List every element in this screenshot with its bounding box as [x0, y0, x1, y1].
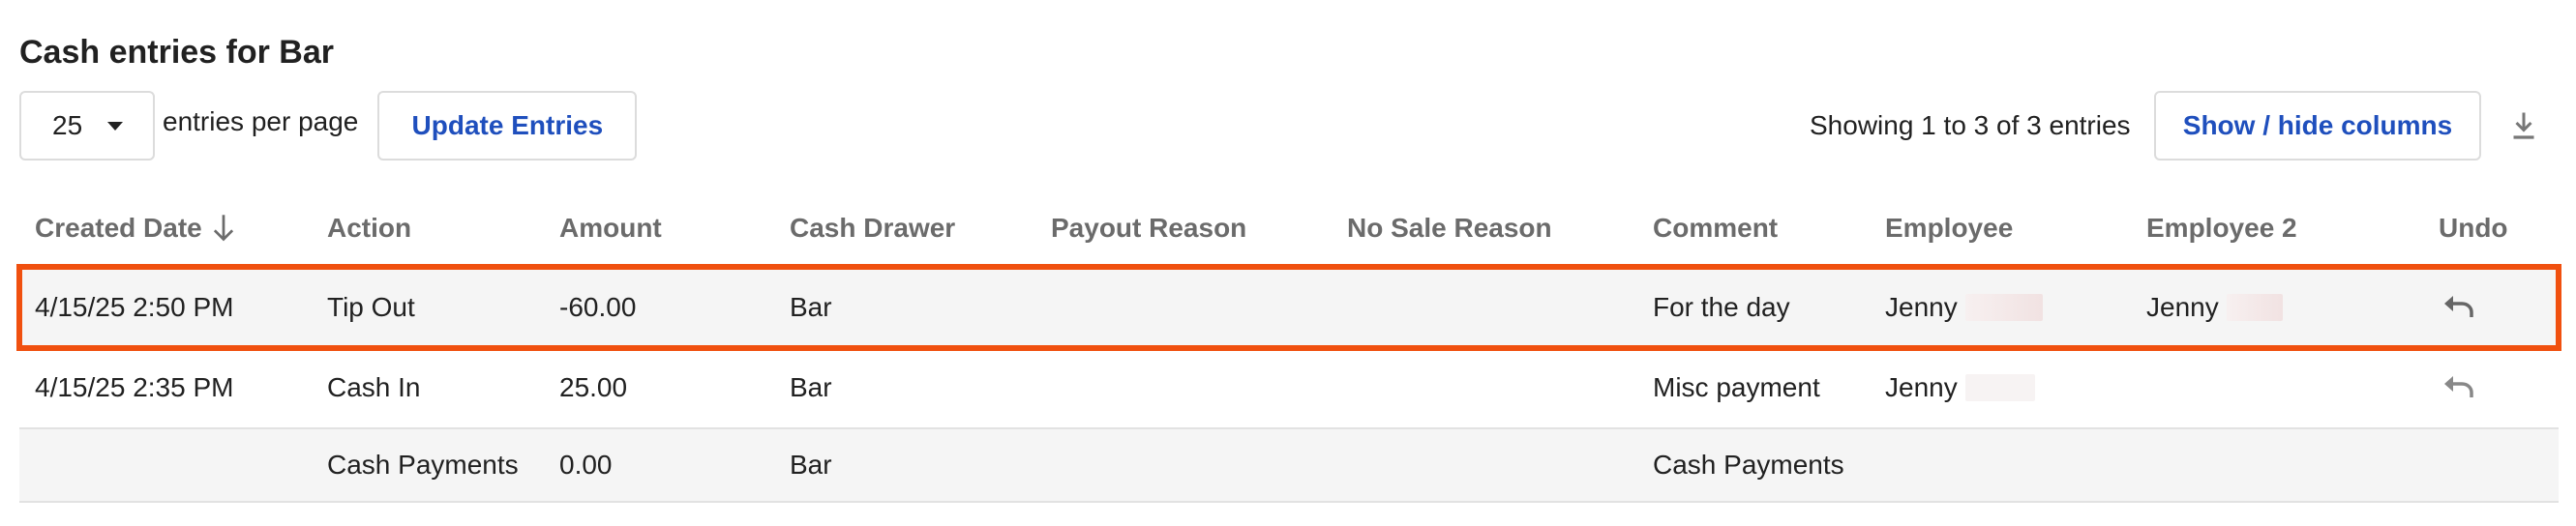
- cell-amount: 0.00: [559, 450, 613, 480]
- header-comment[interactable]: Comment: [1653, 211, 1778, 246]
- undo-icon[interactable]: [2439, 292, 2477, 323]
- employee-2-name: Jenny: [2146, 292, 2219, 322]
- sort-arrow-down-icon: [213, 215, 233, 242]
- cell-comment: Misc payment: [1653, 372, 1820, 402]
- toolbar-left: 25 entries per page Update Entries: [19, 91, 638, 161]
- cell-employee: Jenny: [1885, 348, 2035, 427]
- header-amount[interactable]: Amount: [559, 211, 662, 246]
- update-entries-button[interactable]: Update Entries: [377, 91, 638, 161]
- table-header: Created Date Action Amount Cash Drawer P…: [19, 190, 2559, 267]
- cell-created-date: 4/15/25 2:50 PM: [35, 292, 234, 322]
- cell-action: Tip Out: [327, 292, 415, 322]
- header-undo: Undo: [2439, 213, 2508, 243]
- cell-employee-2: Jenny: [2146, 267, 2283, 348]
- header-cash-drawer[interactable]: Cash Drawer: [790, 211, 955, 246]
- header-payout-reason[interactable]: Payout Reason: [1051, 211, 1246, 246]
- cell-comment: For the day: [1653, 292, 1790, 322]
- redacted-surname: [2226, 294, 2283, 321]
- per-page-value: 25: [52, 110, 83, 140]
- page-title: Cash entries for Bar: [19, 34, 334, 71]
- cell-amount: 25.00: [559, 372, 628, 402]
- header-created-date[interactable]: Created Date: [35, 211, 237, 246]
- cell-undo: [2439, 348, 2477, 427]
- cell-employee: Jenny: [1885, 267, 2043, 348]
- employee-name: Jenny: [1885, 372, 1958, 402]
- table-row: 4/15/25 2:50 PM Tip Out -60.00 Bar For t…: [16, 264, 2561, 351]
- caret-down-icon: [107, 121, 124, 131]
- cell-cash-drawer: Bar: [790, 372, 832, 402]
- header-employee[interactable]: Employee: [1885, 211, 2013, 246]
- entries-count-text: Showing 1 to 3 of 3 entries: [1810, 110, 2131, 140]
- cell-created-date: 4/15/25 2:35 PM: [35, 372, 234, 402]
- cell-action: Cash Payments: [327, 450, 519, 480]
- show-hide-columns-button[interactable]: Show / hide columns: [2154, 91, 2481, 161]
- cell-cash-drawer: Bar: [790, 292, 832, 322]
- header-action[interactable]: Action: [327, 211, 411, 246]
- cell-comment: Cash Payments: [1653, 450, 1844, 480]
- table-row: 4/15/25 2:35 PM Cash In 25.00 Bar Misc p…: [19, 348, 2559, 429]
- download-icon[interactable]: [2506, 108, 2541, 143]
- cell-cash-drawer: Bar: [790, 450, 832, 480]
- cell-amount: -60.00: [559, 292, 637, 322]
- header-created-date-label: Created Date: [35, 213, 202, 243]
- undo-icon[interactable]: [2439, 372, 2477, 403]
- entries-per-page-select[interactable]: 25: [19, 91, 155, 161]
- header-employee-2[interactable]: Employee 2: [2146, 211, 2297, 246]
- redacted-surname: [1964, 374, 2035, 401]
- cell-action: Cash In: [327, 372, 421, 402]
- table-row: Cash Payments 0.00 Bar Cash Payments: [19, 429, 2559, 503]
- header-no-sale-reason[interactable]: No Sale Reason: [1347, 211, 1552, 246]
- cell-undo: [2439, 267, 2477, 348]
- employee-name: Jenny: [1885, 292, 1958, 322]
- cash-entries-page: Cash entries for Bar 25 entries per page…: [0, 0, 2576, 526]
- redacted-surname: [1964, 294, 2043, 321]
- cash-entries-table: Created Date Action Amount Cash Drawer P…: [16, 190, 2561, 503]
- per-page-label: entries per page: [163, 106, 359, 136]
